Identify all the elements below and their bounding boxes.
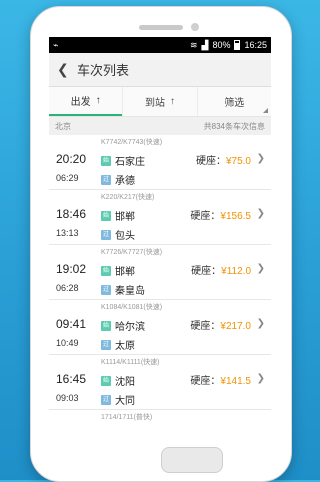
to-station-name: 承德 <box>115 176 135 187</box>
pass-badge: 过 <box>101 284 111 295</box>
front-camera <box>191 23 199 31</box>
from-station-name: 石家庄 <box>115 157 145 168</box>
seat-price: 硬座：¥141.5 <box>190 372 251 387</box>
usb-icon: ⌁ <box>53 39 59 50</box>
status-bar: ⌁ ≋ ▟ 80% 16:25 <box>49 37 271 53</box>
wifi-icon: ≋ <box>189 39 198 50</box>
from-station-name: 哈尔滨 <box>115 322 145 333</box>
seat-price: 硬座：¥112.0 <box>191 262 251 277</box>
battery-percent: 80% <box>212 40 231 50</box>
result-count: 共834条车次信息 <box>203 121 265 131</box>
from-station-name: 邯郸 <box>115 267 135 278</box>
pass-badge: 过 <box>101 174 111 185</box>
arrive-time: 13:13 <box>56 228 79 238</box>
seat-type: 硬座： <box>190 321 221 332</box>
seat-type: 硬座： <box>190 376 221 387</box>
train-list: K7742/K7743(快速) 20:20 06:29 始石家庄 过承德 硬座：… <box>49 135 271 429</box>
origin-city: 北京 <box>55 121 71 131</box>
price: ¥75.0 <box>225 156 251 167</box>
from-station: 始哈尔滨 <box>101 318 145 333</box>
chevron-right-icon: ❯ <box>256 208 265 219</box>
start-badge: 始 <box>101 210 111 221</box>
arrive-time: 06:28 <box>56 283 79 293</box>
chevron-right-icon: ❯ <box>256 373 265 384</box>
battery-icon <box>234 40 241 50</box>
train-number: K1114/K1111(快速) <box>101 359 160 366</box>
to-station-name: 太原 <box>115 341 135 352</box>
start-badge: 始 <box>101 155 111 166</box>
arrow-up-icon: ↑ <box>169 96 175 107</box>
seat-price: 硬座：¥75.0 <box>196 152 251 167</box>
to-station: 过太原 <box>101 337 135 352</box>
train-number: 1714/1711(普快) <box>101 414 153 421</box>
price: ¥141.5 <box>220 376 251 387</box>
price: ¥112.0 <box>221 266 251 277</box>
depart-time: 18:46 <box>56 207 87 221</box>
title-bar: ❮ 车次列表 <box>49 53 271 87</box>
pass-badge: 过 <box>101 394 111 405</box>
arrive-time: 06:29 <box>56 173 79 183</box>
page-title: 车次列表 <box>77 63 130 78</box>
tab-arrive[interactable]: 到站 ↑ <box>122 87 196 116</box>
pass-badge: 过 <box>101 339 111 350</box>
seat-price: 硬座：¥217.0 <box>190 317 251 332</box>
tab-filter-label: 筛选 <box>224 98 245 109</box>
pass-badge: 过 <box>101 229 111 240</box>
speaker-grille <box>139 25 183 30</box>
to-station: 过包头 <box>101 227 135 242</box>
from-station: 始邯郸 <box>101 208 135 223</box>
from-station-name: 邯郸 <box>115 212 135 223</box>
train-row[interactable]: K1084/K1081(快速) 09:41 10:49 始哈尔滨 过太原 硬座：… <box>49 300 271 355</box>
tab-depart-label: 出发 <box>70 97 91 108</box>
to-station-name: 秦皇岛 <box>115 286 145 297</box>
list-subheader: 北京 共834条车次信息 <box>49 117 271 135</box>
seat-price: 硬座：¥156.5 <box>190 207 251 222</box>
chevron-right-icon: ❯ <box>256 263 265 274</box>
screen: ⌁ ≋ ▟ 80% 16:25 ❮ 车次列表 出发 ↑ 到站 ↑ 筛选 北京 共… <box>49 37 271 429</box>
chevron-right-icon: ❯ <box>256 318 265 329</box>
train-row[interactable]: K1114/K1111(快速) 16:45 09:03 始沈阳 过大同 硬座：¥… <box>49 355 271 410</box>
tab-filter[interactable]: 筛选 <box>196 87 271 116</box>
from-station-name: 沈阳 <box>115 377 135 388</box>
to-station: 过大同 <box>101 392 135 407</box>
train-number: K7726/K7727(快速) <box>101 249 163 256</box>
start-badge: 始 <box>101 320 111 331</box>
price: ¥217.0 <box>220 321 251 332</box>
tab-arrive-label: 到站 <box>144 98 165 109</box>
from-station: 始沈阳 <box>101 373 135 388</box>
seat-type: 硬座： <box>195 156 226 167</box>
sort-tabs: 出发 ↑ 到站 ↑ 筛选 <box>49 87 271 117</box>
chevron-right-icon: ❯ <box>256 153 265 164</box>
train-number: K220/K217(快速) <box>101 194 155 201</box>
seat-type: 硬座： <box>190 211 221 222</box>
signal-icon: ▟ <box>201 39 209 50</box>
seat-type: 硬座： <box>191 266 222 277</box>
chevron-left-icon[interactable]: ❮ <box>57 61 71 78</box>
train-row-partial[interactable]: 1714/1711(普快) <box>49 410 271 429</box>
clock: 16:25 <box>244 40 267 50</box>
depart-time: 20:20 <box>56 152 87 166</box>
depart-time: 16:45 <box>56 372 87 386</box>
train-number: K7742/K7743(快速) <box>101 139 163 146</box>
depart-time: 19:02 <box>56 262 87 276</box>
arrive-time: 10:49 <box>56 338 79 348</box>
to-station: 过承德 <box>101 172 135 187</box>
to-station-name: 大同 <box>115 396 135 407</box>
train-number: K1084/K1081(快速) <box>101 304 163 311</box>
start-badge: 始 <box>101 265 111 276</box>
train-row[interactable]: K220/K217(快速) 18:46 13:13 始邯郸 过包头 硬座：¥15… <box>49 190 271 245</box>
to-station-name: 包头 <box>115 231 135 242</box>
train-row[interactable]: K7742/K7743(快速) 20:20 06:29 始石家庄 过承德 硬座：… <box>49 135 271 190</box>
from-station: 始石家庄 <box>101 153 145 168</box>
to-station: 过秦皇岛 <box>101 282 145 297</box>
price: ¥156.5 <box>220 211 251 222</box>
arrive-time: 09:03 <box>56 393 79 403</box>
arrow-up-icon: ↑ <box>95 95 101 106</box>
tab-depart[interactable]: 出发 ↑ <box>49 87 123 116</box>
from-station: 始邯郸 <box>101 263 135 278</box>
depart-time: 09:41 <box>56 317 87 331</box>
home-button[interactable] <box>161 447 223 473</box>
train-row[interactable]: K7726/K7727(快速) 19:02 06:28 始邯郸 过秦皇岛 硬座：… <box>49 245 271 300</box>
start-badge: 始 <box>101 375 111 386</box>
